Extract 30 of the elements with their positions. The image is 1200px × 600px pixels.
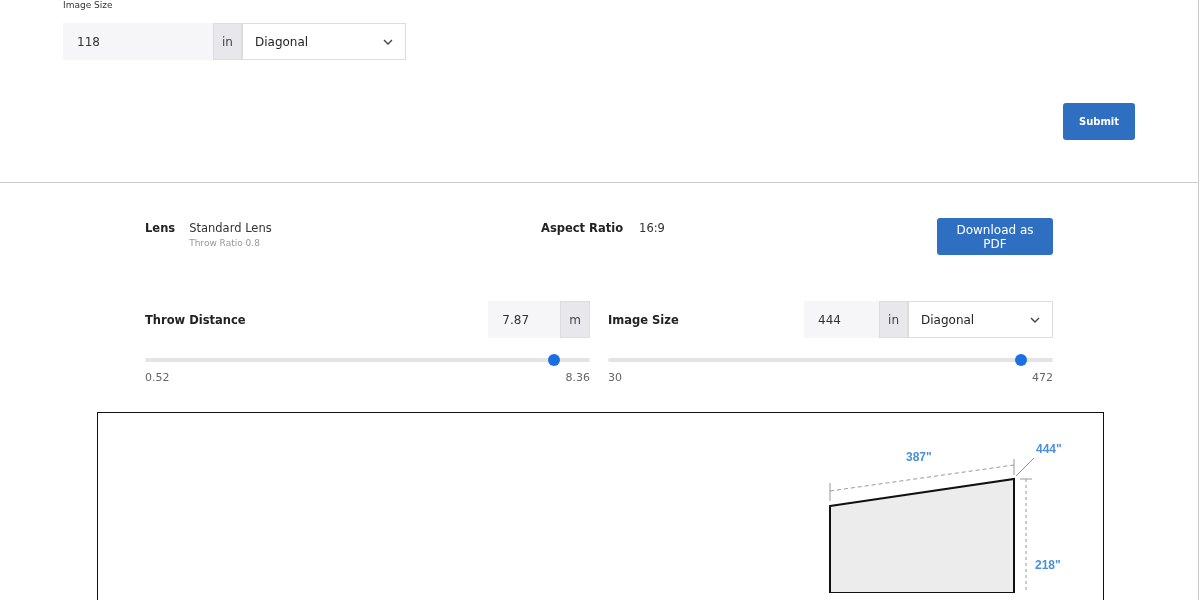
leader-line [1015, 457, 1035, 477]
aspect-value: 16:9 [639, 221, 665, 235]
aspect-label: Aspect Ratio [541, 221, 624, 235]
measure-dropdown[interactable]: Diagonal [241, 23, 406, 60]
height-label: 218" [1035, 558, 1061, 572]
lens-name: Standard Lens [189, 221, 272, 235]
width-label: 387" [906, 450, 932, 464]
min-value: 0.52 [145, 371, 170, 384]
max-value: 8.36 [565, 371, 590, 384]
unit-label: in [879, 301, 908, 338]
measure-dropdown[interactable]: Diagonal [908, 301, 1053, 338]
diagonal-label: 444" [1036, 442, 1062, 456]
value-input[interactable]: 444 [804, 301, 880, 338]
throw-ratio: Throw Ratio 0.8 [189, 238, 261, 248]
unit-label: in [213, 23, 242, 60]
slider-thumb[interactable] [548, 354, 561, 366]
download-button[interactable]: Download as PDF [937, 218, 1053, 255]
field-label: Image Size [63, 0, 114, 10]
lens-label: Lens [145, 221, 176, 237]
slider-thumb[interactable] [1014, 354, 1027, 366]
chevron-down-icon [382, 38, 393, 45]
submit-button[interactable]: Submit [1063, 103, 1135, 140]
slider-label: Image Size [608, 312, 679, 327]
chevron-down-icon [1030, 316, 1040, 323]
value-input[interactable]: 7.87 [488, 301, 561, 338]
size-input[interactable]: 118 [63, 23, 213, 60]
max-value: 472 [1032, 371, 1053, 384]
slider-label: Throw Distance [145, 312, 246, 327]
min-value: 30 [608, 371, 622, 384]
unit-label: m [560, 301, 590, 338]
